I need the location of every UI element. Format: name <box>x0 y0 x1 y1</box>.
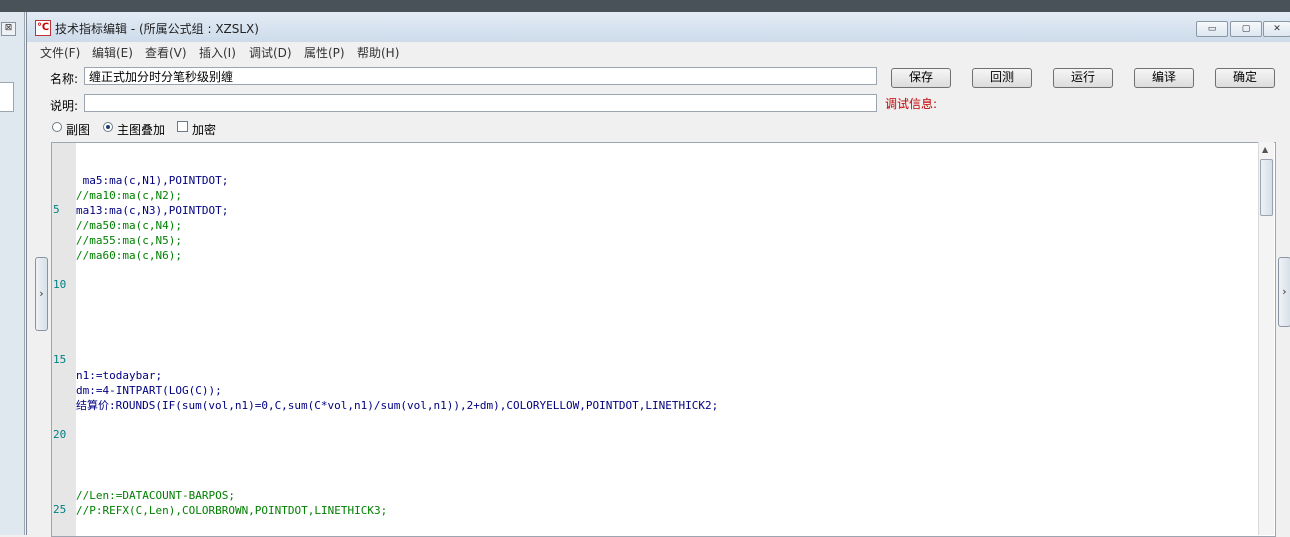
debug-info-label: 调试信息: <box>885 97 938 111</box>
line-number: 5 <box>53 203 60 216</box>
save-button[interactable]: 保存 <box>891 68 951 88</box>
menu-edit[interactable]: 编辑(E) <box>92 44 133 61</box>
code-line: //ma55:ma(c,N5); <box>76 234 182 247</box>
line-number: 15 <box>53 353 67 366</box>
encrypt-label: 加密 <box>192 123 217 137</box>
menu-help[interactable]: 帮助(H) <box>357 44 399 61</box>
backtest-button[interactable]: 回测 <box>972 68 1032 88</box>
menu-insert[interactable]: 插入(I) <box>199 44 236 61</box>
left-side-pane: ⊠ <box>0 12 25 535</box>
menu-properties[interactable]: 属性(P) <box>304 44 345 61</box>
line-number: 20 <box>53 428 67 441</box>
code-line: n1:=todaybar; <box>76 369 163 382</box>
ok-button[interactable]: 确定 <box>1215 68 1275 88</box>
scroll-thumb[interactable] <box>1260 159 1273 216</box>
menu-bar: 文件(F) 编辑(E) 查看(V) 插入(I) 调试(D) 属性(P) 帮助(H… <box>27 42 1290 60</box>
code-line: dm:=4-INTPART(LOG(C)); <box>76 384 222 397</box>
close-button[interactable]: ✕ <box>1263 21 1290 37</box>
code-editor[interactable]: 5 10 15 20 25 ma5:ma(c,N1),POINTDOT; //m… <box>51 142 1276 537</box>
run-button[interactable]: 运行 <box>1053 68 1113 88</box>
code-line: ma13:ma(c,N3),POINTDOT; <box>76 204 229 217</box>
name-label: 名称: <box>50 72 79 86</box>
main-overlay-label: 主图叠加 <box>117 123 166 137</box>
code-line: //Len:=DATACOUNT-BARPOS; <box>76 489 235 502</box>
menu-view[interactable]: 查看(V) <box>145 44 187 61</box>
window-title: 技术指标编辑 - (所属公式组 : XZSLX) <box>55 22 259 36</box>
desktop-top-strip <box>0 0 1290 12</box>
menu-debug[interactable]: 调试(D) <box>249 44 292 61</box>
code-line: //ma60:ma(c,N6); <box>76 249 182 262</box>
name-input[interactable]: 缠正式加分时分笔秒级别缠 <box>84 67 877 85</box>
vertical-scrollbar[interactable]: ▲ <box>1258 142 1274 535</box>
pane-close-icon[interactable]: ⊠ <box>1 22 16 36</box>
code-area[interactable]: ma5:ma(c,N1),POINTDOT; //ma10:ma(c,N2); … <box>76 143 1275 536</box>
code-line: 结算价:ROUNDS(IF(sum(vol,n1)=0,C,sum(C*vol,… <box>76 399 719 412</box>
description-label: 说明: <box>50 99 79 113</box>
code-line: //P:REFX(C,Len),COLORBROWN,POINTDOT,LINE… <box>76 504 388 517</box>
pane-list-box <box>0 82 14 112</box>
line-number-gutter: 5 10 15 20 25 <box>52 143 76 536</box>
formula-editor-icon: ℃ <box>35 20 51 36</box>
menu-file[interactable]: 文件(F) <box>40 44 80 61</box>
compile-button[interactable]: 编译 <box>1134 68 1194 88</box>
description-input[interactable] <box>84 94 877 112</box>
formula-editor-window: ℃ 技术指标编辑 - (所属公式组 : XZSLX) ▭ ▢ ✕ 文件(F) 编… <box>26 12 1290 537</box>
scroll-up-icon[interactable]: ▲ <box>1262 145 1268 154</box>
code-line: ma5:ma(c,N1),POINTDOT; <box>76 174 229 187</box>
encrypt-checkbox[interactable] <box>177 121 188 132</box>
main-overlay-radio[interactable] <box>103 122 113 132</box>
title-bar: ℃ 技术指标编辑 - (所属公式组 : XZSLX) ▭ ▢ ✕ <box>27 12 1290 43</box>
expand-left-chevron-icon[interactable]: › <box>35 257 48 331</box>
code-line: //ma50:ma(c,N4); <box>76 219 182 232</box>
expand-right-chevron-icon[interactable]: › <box>1278 257 1290 327</box>
sub-chart-radio[interactable] <box>52 122 62 132</box>
line-number: 25 <box>53 503 67 516</box>
line-number: 10 <box>53 278 67 291</box>
sub-chart-label: 副图 <box>66 123 91 137</box>
maximize-button[interactable]: ▢ <box>1230 21 1262 37</box>
minimize-button[interactable]: ▭ <box>1196 21 1228 37</box>
code-line: //ma10:ma(c,N2); <box>76 189 182 202</box>
